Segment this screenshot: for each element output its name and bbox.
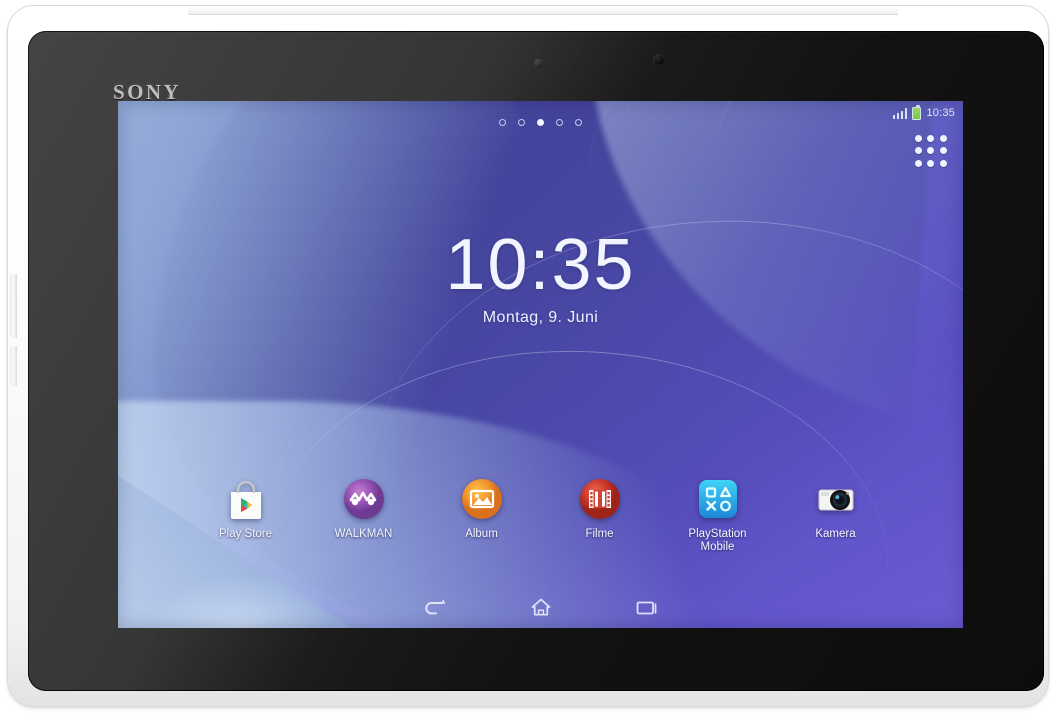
app-play-store[interactable]: Play Store: [205, 477, 287, 541]
page-indicator: [118, 119, 963, 126]
app-walkman[interactable]: WALKMAN: [323, 477, 405, 541]
apps-grid-icon[interactable]: [911, 131, 951, 171]
page-dot-5[interactable]: [575, 119, 582, 126]
device-bezel: SONY 10:35 10:35 Montag, 9. Juni Play St…: [28, 31, 1044, 691]
app-playstation-mobile[interactable]: PlayStation Mobile: [677, 477, 759, 554]
back-icon[interactable]: [422, 596, 448, 618]
battery-icon: [912, 104, 922, 120]
app-label: PlayStation Mobile: [688, 527, 747, 553]
recent-apps-icon[interactable]: [634, 596, 660, 618]
page-dot-1[interactable]: [499, 119, 506, 126]
album-icon: [460, 477, 504, 521]
app-label: WALKMAN: [334, 527, 393, 540]
playstation-mobile-icon: [696, 477, 740, 521]
screenshot-root: SONY 10:35 10:35 Montag, 9. Juni Play St…: [0, 0, 1064, 713]
app-album[interactable]: Album: [441, 477, 523, 541]
device-top-edge: [188, 6, 898, 15]
page-dot-2[interactable]: [518, 119, 525, 126]
app-kamera[interactable]: Kamera: [795, 477, 877, 541]
home-screen-dock: Play Store WALKMAN Album Filme PlayStati…: [118, 477, 963, 554]
volume-button[interactable]: [10, 346, 17, 386]
front-camera-icon: [653, 54, 665, 66]
app-label: Album: [465, 527, 498, 540]
app-label: Play Store: [218, 527, 273, 540]
app-filme[interactable]: Filme: [559, 477, 641, 541]
light-sensor-icon: [534, 59, 544, 69]
tablet-device-shell: SONY 10:35 10:35 Montag, 9. Juni Play St…: [8, 6, 1048, 706]
status-bar-time: 10:35: [926, 107, 955, 119]
camera-icon: [814, 477, 858, 521]
page-dot-3-active[interactable]: [537, 119, 544, 126]
tablet-screen: 10:35 10:35 Montag, 9. Juni Play Store W…: [118, 101, 963, 628]
walkman-icon: [342, 477, 386, 521]
page-dot-4[interactable]: [556, 119, 563, 126]
app-label: Kamera: [815, 527, 856, 540]
movies-icon: [578, 477, 622, 521]
home-icon[interactable]: [528, 596, 554, 618]
signal-bars-icon: [892, 107, 908, 119]
power-button[interactable]: [10, 274, 17, 338]
navigation-bar: [118, 586, 963, 628]
play-store-icon: [224, 477, 268, 521]
app-label: Filme: [585, 527, 614, 540]
